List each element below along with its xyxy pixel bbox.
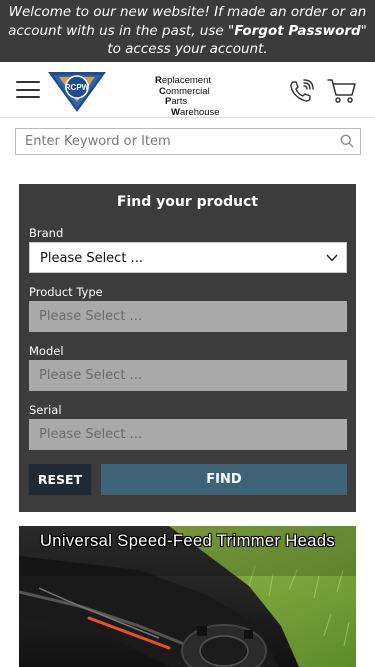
search-icon[interactable] xyxy=(340,134,354,148)
cart-icon[interactable] xyxy=(327,78,357,104)
model-select: Please Select ... xyxy=(29,360,347,391)
search-input[interactable] xyxy=(16,129,336,154)
banner-title: Universal Speed-Feed Trimmer Heads xyxy=(39,532,336,550)
hamburger-menu-icon[interactable] xyxy=(16,81,40,98)
serial-select: Please Select ... xyxy=(29,419,347,450)
forgot-password-link[interactable]: Forgot Password xyxy=(234,23,360,39)
promo-banner[interactable]: Universal Speed-Feed Trimmer Heads xyxy=(19,526,356,667)
product-finder-panel: Find your product Brand Please Select ..… xyxy=(19,184,356,512)
rcpw-logo-icon: RCPW xyxy=(48,72,106,112)
phone-icon[interactable] xyxy=(289,79,315,103)
serial-select-value: Please Select ... xyxy=(39,427,142,442)
serial-label: Serial xyxy=(29,403,62,417)
logo-badge-text: RCPW xyxy=(65,83,90,92)
chevron-down-icon xyxy=(326,254,338,262)
model-select-value: Please Select ... xyxy=(39,368,142,383)
product-type-label: Product Type xyxy=(29,285,103,299)
reset-button[interactable]: RESET xyxy=(29,464,91,495)
announcement-bar: Welcome to our new website! If made an o… xyxy=(0,0,375,62)
brand-select-value: Please Select ... xyxy=(40,251,143,266)
product-type-select: Please Select ... xyxy=(29,301,347,332)
logo-wordmark: Replacement Commercial Parts Warehouse xyxy=(155,75,220,118)
finder-title: Find your product xyxy=(116,194,259,210)
model-label: Model xyxy=(29,344,64,358)
product-type-select-value: Please Select ... xyxy=(39,309,142,324)
find-button[interactable]: FIND xyxy=(101,464,347,495)
brand-select[interactable]: Please Select ... xyxy=(29,242,347,273)
site-logo[interactable]: RCPW Replacement Commercial Parts Wareho… xyxy=(47,68,220,117)
brand-label: Brand xyxy=(29,226,64,240)
search-bar xyxy=(15,128,361,155)
logo-line: Warehouse xyxy=(171,106,220,118)
site-header: RCPW Replacement Commercial Parts Wareho… xyxy=(0,62,375,118)
